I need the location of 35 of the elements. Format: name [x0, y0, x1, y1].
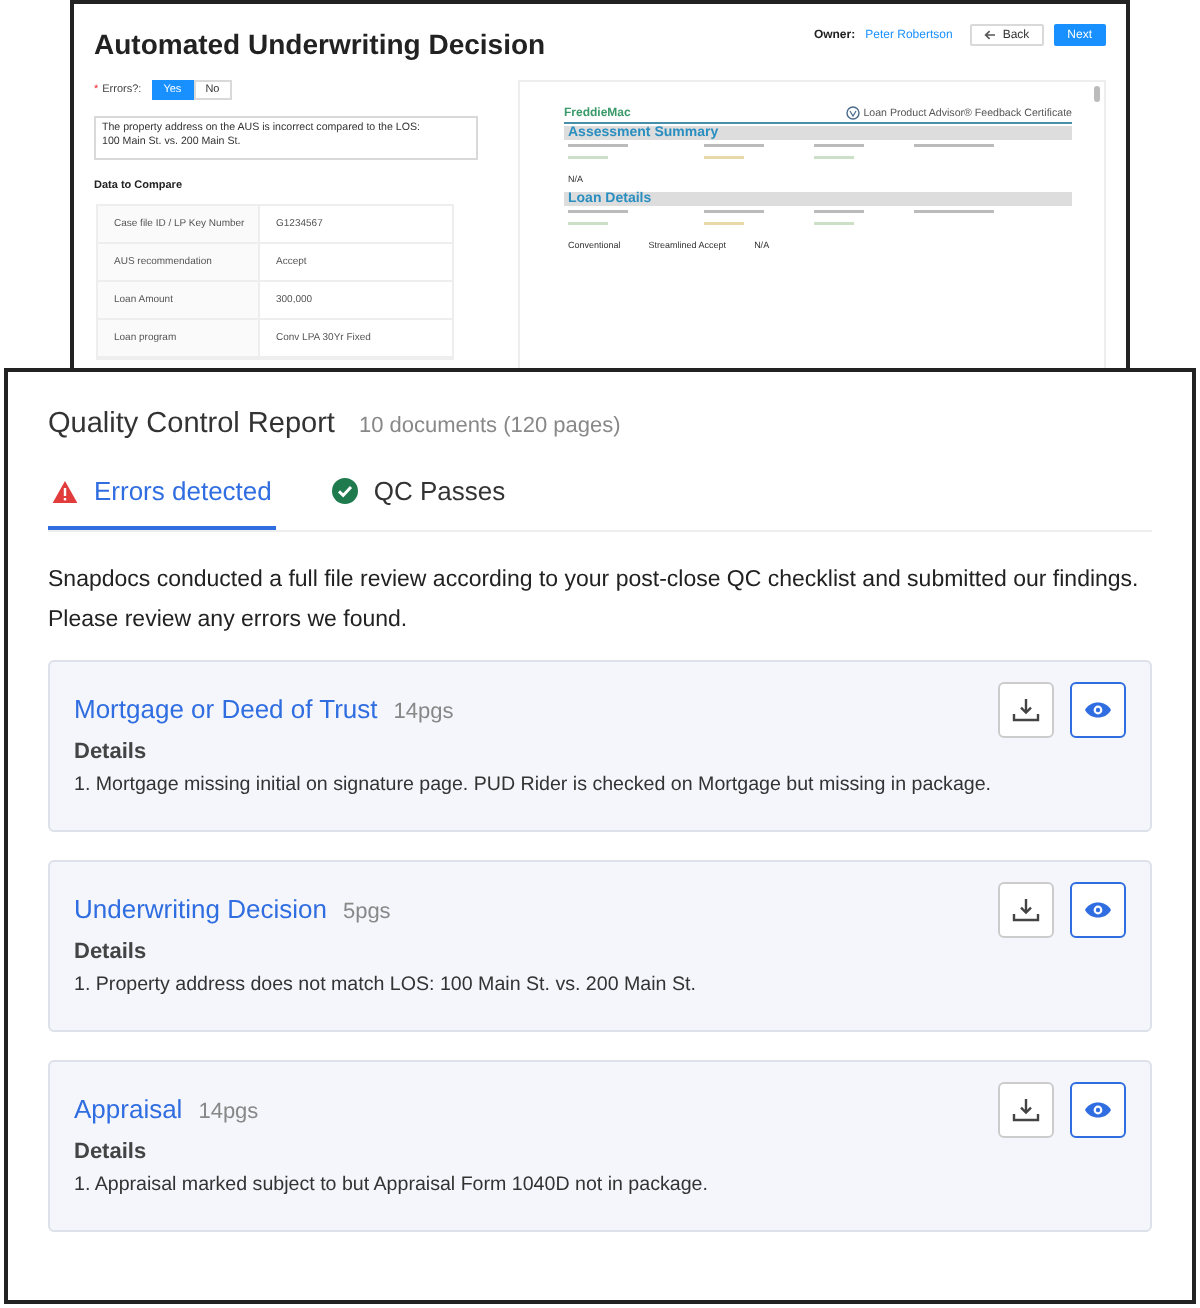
eye-icon — [1084, 700, 1112, 720]
window-title: Automated Underwriting Decision — [94, 28, 546, 60]
check-circle-icon — [331, 478, 358, 504]
view-button[interactable] — [1070, 1082, 1126, 1138]
download-icon — [1012, 1098, 1040, 1122]
download-button[interactable] — [998, 1082, 1054, 1138]
eye-icon — [1084, 1100, 1112, 1120]
document-count: 10 documents (120 pages) — [358, 414, 621, 438]
download-icon — [1012, 698, 1040, 722]
download-icon — [1012, 898, 1040, 922]
details-label: Details — [74, 740, 149, 764]
finding-text: 1. Property address does not match LOS: 100 Main St. vs. 200 Main St. — [74, 974, 696, 996]
download-button[interactable] — [998, 682, 1054, 738]
seal-icon — [845, 106, 860, 120]
document-link[interactable]: Appraisal — [74, 1094, 183, 1124]
view-button[interactable] — [1070, 682, 1126, 738]
page-count: 5pgs — [342, 900, 391, 924]
report-title: Quality Control Report — [48, 408, 335, 440]
finding-text: 1. Appraisal marked subject to but Appraisal Form 1040D not in package. — [74, 1174, 708, 1196]
page-count: 14pgs — [198, 1100, 259, 1124]
arrow-left-icon — [984, 30, 997, 40]
intro-text: Snapdocs conducted a full file review according to your post-close QC checklist and submitted our findings. Please review any errors we found. — [48, 566, 1141, 636]
details-label: Details — [74, 940, 149, 964]
scrollbar-thumb[interactable] — [1094, 86, 1100, 102]
tab[interactable]: Errors detected — [48, 476, 276, 530]
view-button[interactable] — [1070, 882, 1126, 938]
warning-icon — [52, 479, 78, 503]
document-link[interactable]: Mortgage or Deed of Trust — [74, 694, 378, 724]
download-button[interactable] — [998, 882, 1054, 938]
tab[interactable]: QC Passes — [327, 476, 510, 530]
eye-icon — [1084, 900, 1112, 920]
details-label: Details — [74, 1140, 149, 1164]
document-link[interactable]: Underwriting Decision — [74, 894, 327, 924]
finding-text: 1. Mortgage missing initial on signature page. PUD Rider is checked on Mortgage but missing in package. — [74, 774, 992, 796]
page-count: 14pgs — [393, 700, 454, 724]
